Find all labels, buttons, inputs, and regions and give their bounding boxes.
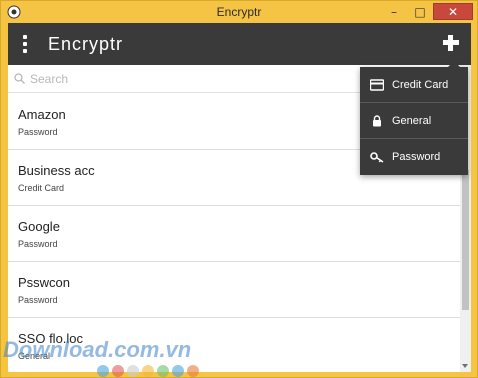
menu-item-credit-card[interactable]: Credit Card (360, 67, 468, 103)
watermark-dot (172, 365, 184, 377)
entry-name: Business acc (18, 163, 95, 178)
app-header: Encryptr (8, 23, 471, 65)
entry-type: Password (18, 127, 58, 137)
watermark-dot (127, 365, 139, 377)
watermark-dot (112, 365, 124, 377)
entry-name: Amazon (18, 107, 66, 122)
add-entry-button[interactable] (441, 33, 461, 53)
list-item[interactable]: Google Password (8, 206, 460, 262)
search-icon (14, 73, 25, 84)
watermark-dot (142, 365, 154, 377)
credit-card-icon (370, 78, 384, 91)
watermark-text: Download.com.vn (3, 337, 192, 362)
entry-type: Credit Card (18, 183, 65, 193)
key-icon (370, 152, 384, 163)
scrollbar-thumb[interactable] (462, 170, 469, 310)
window-controls: – □ ✕ (381, 3, 473, 20)
new-entry-menu: Credit Card General Password (360, 61, 468, 175)
app-window: Encryptr – □ ✕ Encryptr Amazon Password (0, 0, 478, 378)
close-button[interactable]: ✕ (433, 3, 473, 20)
app-title: Encryptr (48, 34, 124, 54)
watermark-dots (97, 365, 202, 377)
app-client-area: Encryptr Amazon Password Business acc Cr… (8, 23, 471, 372)
entry-type: Password (18, 295, 58, 305)
menu-item-label: General (392, 114, 432, 127)
entry-name: Psswcon (18, 275, 71, 290)
entry-name: Google (18, 219, 60, 234)
search-input[interactable] (30, 69, 330, 89)
scroll-down-arrow-icon[interactable] (462, 364, 468, 368)
menu-item-password[interactable]: Password (360, 139, 468, 175)
entry-type: Password (18, 239, 58, 249)
menu-item-label: Password (392, 151, 441, 163)
window-titlebar[interactable]: Encryptr – □ ✕ (1, 1, 477, 23)
minimize-button[interactable]: – (381, 3, 407, 20)
lock-icon (373, 114, 381, 126)
watermark-dot (157, 365, 169, 377)
watermark-dot (187, 365, 199, 377)
menu-item-label: Credit Card (392, 78, 449, 91)
menu-icon[interactable] (22, 35, 28, 53)
menu-item-general[interactable]: General (360, 103, 468, 139)
maximize-button[interactable]: □ (407, 3, 433, 20)
watermark-dot (97, 365, 109, 377)
list-item[interactable]: Psswcon Password (8, 262, 460, 318)
